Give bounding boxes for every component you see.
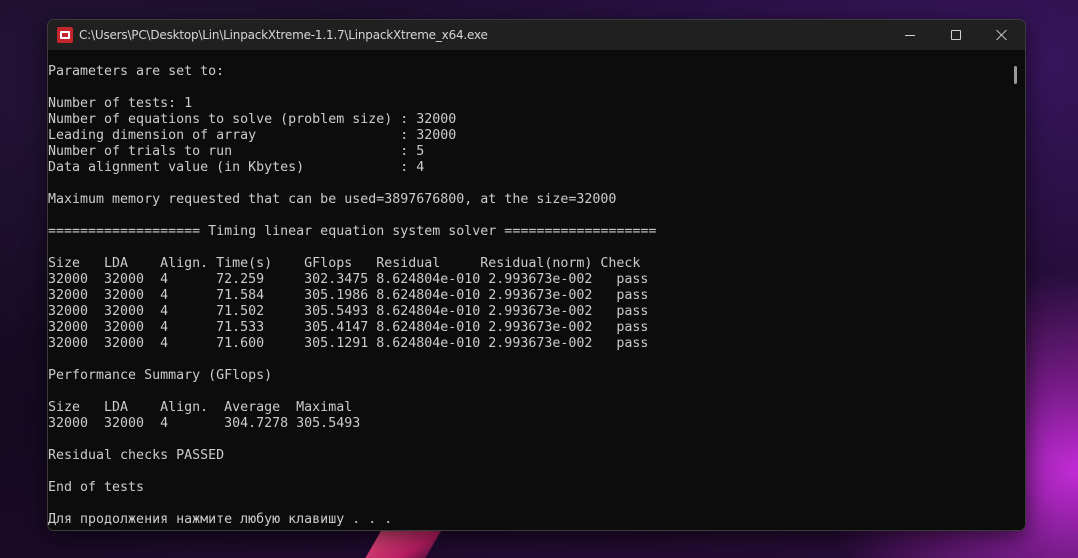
- console-output: Parameters are set to: Number of tests: 1…: [48, 64, 656, 528]
- console-line: 32000 32000 4 304.7278 305.5493: [48, 416, 361, 431]
- minimize-button[interactable]: [887, 20, 933, 50]
- console-line: Maximum memory requested that can be use…: [48, 192, 617, 207]
- console-line: Parameters are set to:: [48, 64, 225, 79]
- console-line: Size LDA Align. Time(s) GFlops Residual …: [48, 256, 641, 271]
- console-line: 32000 32000 4 71.584 305.1986 8.624804e-…: [48, 288, 649, 303]
- console-line: Data alignment value (in Kbytes) : 4: [48, 160, 425, 175]
- console-area[interactable]: Parameters are set to: Number of tests: 1…: [48, 50, 1025, 530]
- console-line: Leading dimension of array : 32000: [48, 128, 457, 143]
- console-line: Для продолжения нажмите любую клавишу . …: [48, 512, 393, 527]
- console-line: 32000 32000 4 71.533 305.4147 8.624804e-…: [48, 320, 649, 335]
- console-line: Residual checks PASSED: [48, 448, 225, 463]
- console-line: 32000 32000 4 71.502 305.5493 8.624804e-…: [48, 304, 649, 319]
- console-line: Number of tests: 1: [48, 96, 193, 111]
- title-bar[interactable]: C:\Users\PC\Desktop\Lin\LinpackXtreme-1.…: [48, 20, 1025, 50]
- minimize-icon: [905, 34, 915, 36]
- maximize-button[interactable]: [933, 20, 979, 50]
- close-button[interactable]: [979, 20, 1025, 50]
- console-line: End of tests: [48, 480, 145, 495]
- console-line: =================== Timing linear equati…: [48, 224, 657, 239]
- console-line: Performance Summary (GFlops): [48, 368, 273, 383]
- console-line: 32000 32000 4 72.259 302.3475 8.624804e-…: [48, 272, 649, 287]
- console-line: Size LDA Align. Average Maximal: [48, 400, 353, 415]
- app-icon: [57, 27, 73, 43]
- console-line: Number of trials to run : 5: [48, 144, 425, 159]
- console-line: 32000 32000 4 71.600 305.1291 8.624804e-…: [48, 336, 649, 351]
- window-title: C:\Users\PC\Desktop\Lin\LinpackXtreme-1.…: [79, 28, 488, 42]
- scrollbar-thumb[interactable]: [1014, 66, 1017, 84]
- close-icon: [996, 29, 1008, 41]
- console-window[interactable]: C:\Users\PC\Desktop\Lin\LinpackXtreme-1.…: [47, 19, 1026, 531]
- console-line: Number of equations to solve (problem si…: [48, 112, 457, 127]
- maximize-icon: [951, 30, 961, 40]
